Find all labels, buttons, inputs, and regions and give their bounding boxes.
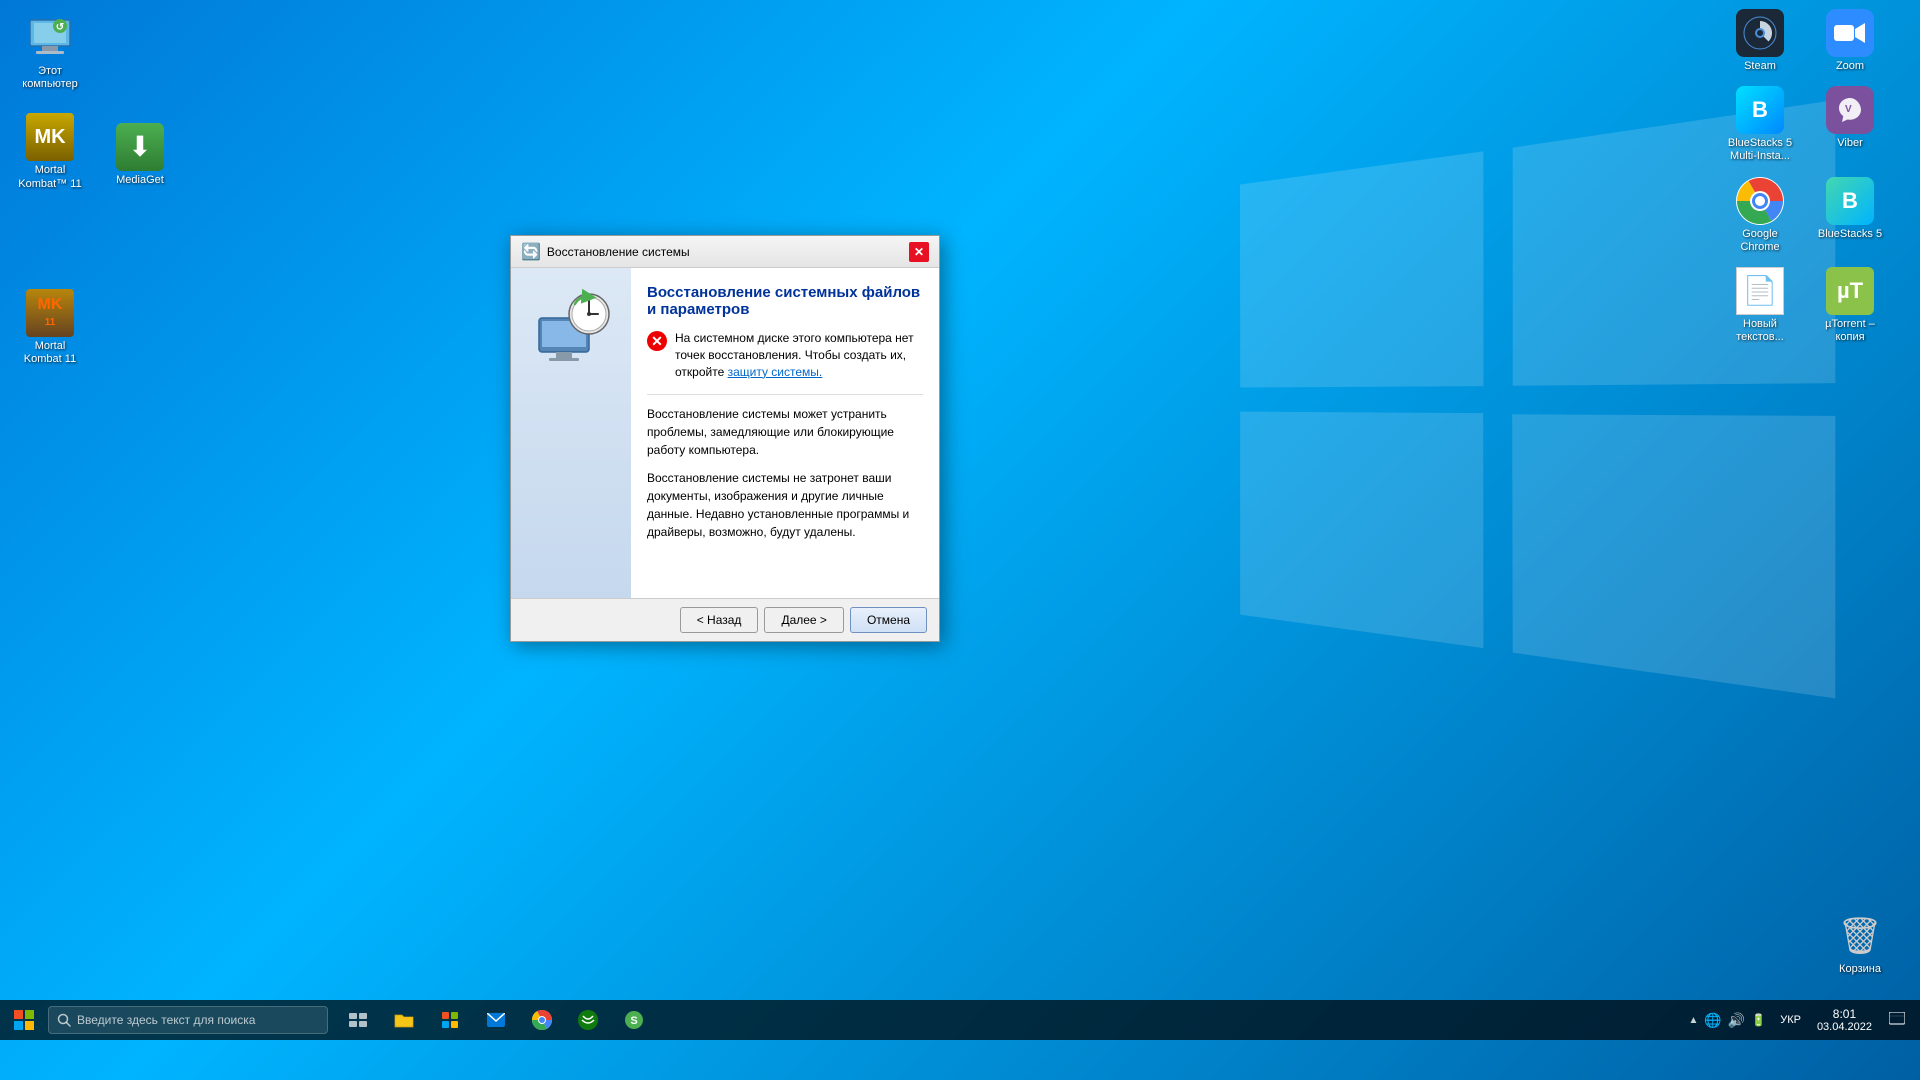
error-text: На системном диске этого компьютера нет …	[675, 330, 923, 380]
taskbar-file-explorer-button[interactable]	[382, 1000, 426, 1040]
dialog-illustration-panel	[511, 268, 631, 598]
dialog-close-button[interactable]: ✕	[909, 242, 929, 262]
start-button[interactable]	[0, 1000, 48, 1040]
restore-illustration	[531, 288, 611, 368]
chevron-up-icon[interactable]: ▲	[1688, 1015, 1698, 1026]
volume-icon[interactable]: 🔊	[1728, 1012, 1745, 1029]
dialog-cancel-button[interactable]: Отмена	[850, 607, 927, 633]
system-restore-title-icon: 🔄	[521, 242, 541, 262]
error-icon: ✕	[647, 331, 667, 351]
taskbar-store-button[interactable]	[428, 1000, 472, 1040]
taskbar-search-box[interactable]	[48, 1006, 328, 1034]
desktop: ↺ Этот компьютер MK MortalKombat™ 11 ⬇ M…	[0, 0, 1920, 1040]
dialog-footer: < Назад Далее > Отмена	[511, 598, 939, 641]
system-protection-link[interactable]: защиту системы.	[728, 365, 823, 379]
dialog-title-text: Восстановление системы	[547, 245, 903, 259]
dialog-back-button[interactable]: < Назад	[680, 607, 759, 633]
language-indicator[interactable]: УКР	[1774, 1014, 1807, 1026]
error-message-row: ✕ На системном диске этого компьютера не…	[647, 330, 923, 380]
taskbar-tray-icons[interactable]: ▲ 🌐 🔊 🔋	[1684, 1010, 1770, 1031]
taskbar-clock[interactable]: 8:01 03.04.2022	[1811, 1005, 1878, 1035]
dialog-next-button[interactable]: Далее >	[764, 607, 844, 633]
taskbar-mail-button[interactable]	[474, 1000, 518, 1040]
clock-time: 8:01	[1833, 1007, 1856, 1021]
dialog-info-text-2: Восстановление системы не затронет ваши …	[647, 469, 923, 541]
taskbar-search-input[interactable]	[77, 1013, 317, 1027]
battery-icon[interactable]: 🔋	[1751, 1013, 1766, 1027]
dialog-separator	[647, 394, 923, 395]
notification-center-button[interactable]	[1882, 1000, 1912, 1040]
clock-date: 03.04.2022	[1817, 1021, 1872, 1033]
dialog-main-heading: Восстановление системных файлов и параме…	[647, 284, 923, 318]
taskbar-task-view-button[interactable]	[336, 1000, 380, 1040]
taskbar-app-button[interactable]: S	[612, 1000, 656, 1040]
dialog-content-panel: Восстановление системных файлов и параме…	[631, 268, 939, 598]
taskbar: S ▲ 🌐 🔊 🔋 УКР 8:01 03.04.2022	[0, 1000, 1920, 1040]
system-restore-dialog: 🔄 Восстановление системы ✕	[510, 235, 940, 642]
dialog-body: Восстановление системных файлов и параме…	[511, 268, 939, 598]
network-icon[interactable]: 🌐	[1704, 1012, 1721, 1029]
taskbar-xbox-button[interactable]	[566, 1000, 610, 1040]
taskbar-system-tray: ▲ 🌐 🔊 🔋 УКР 8:01 03.04.2022	[1684, 1000, 1920, 1040]
dialog-info-text-1: Восстановление системы может устранить п…	[647, 405, 923, 459]
dialog-overlay: 🔄 Восстановление системы ✕	[0, 0, 1920, 1040]
svg-text:S: S	[630, 1015, 637, 1027]
taskbar-chrome-button[interactable]	[520, 1000, 564, 1040]
dialog-titlebar: 🔄 Восстановление системы ✕	[511, 236, 939, 268]
language-text: УКР	[1780, 1014, 1801, 1026]
taskbar-pinned-icons: S	[336, 1000, 656, 1040]
